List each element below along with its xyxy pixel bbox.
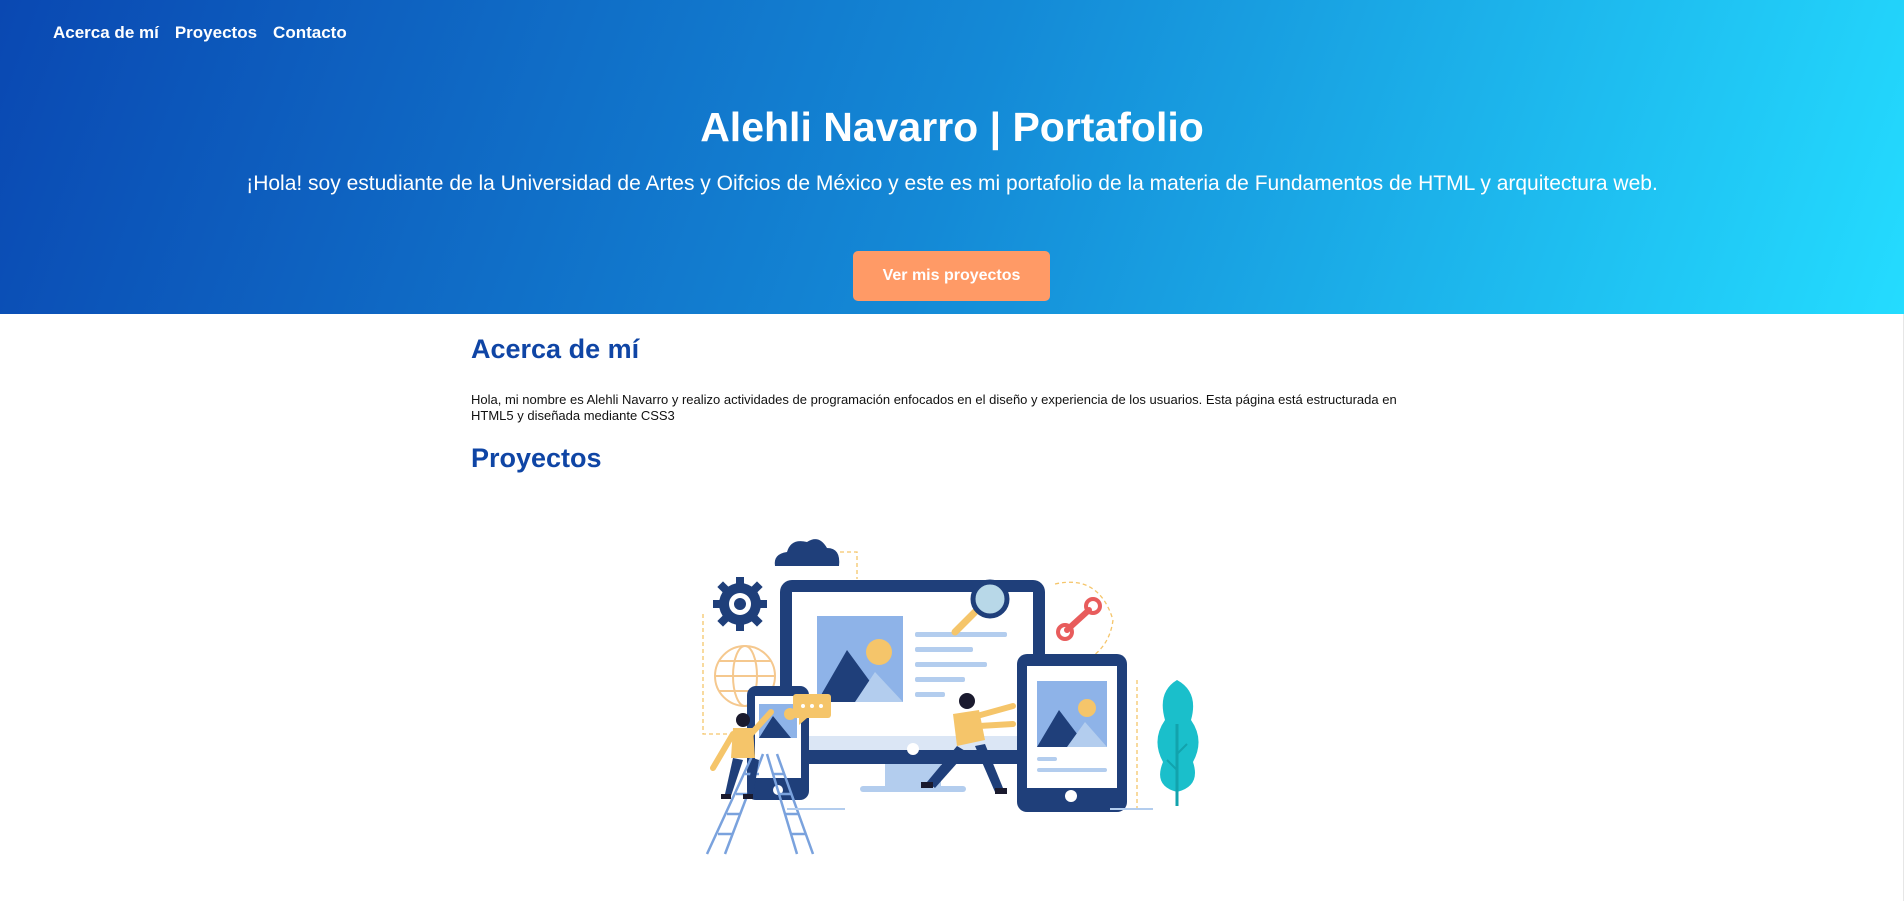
view-projects-button[interactable]: Ver mis proyectos: [853, 251, 1050, 301]
nav-link-projects[interactable]: Proyectos: [175, 23, 257, 43]
cloud-icon: [774, 539, 840, 566]
monitor-icon: [780, 580, 1045, 792]
web-design-illustration: [702, 539, 1199, 855]
projects-illustration: [695, 524, 1215, 863]
hero-title: Alehli Navarro | Portafolio: [700, 104, 1204, 150]
about-heading: Acerca de mí: [471, 334, 640, 364]
about-text: Hola, mi nombre es Alehli Navarro y real…: [471, 392, 1397, 423]
nav-link-about[interactable]: Acerca de mí: [53, 23, 159, 43]
wrench-icon: [1056, 597, 1102, 641]
projects-heading: Proyectos: [471, 443, 602, 473]
tree-icon: [1157, 680, 1199, 806]
gear-icon: [713, 577, 767, 631]
nav-link-contact[interactable]: Contacto: [273, 23, 347, 43]
hero-subtitle: ¡Hola! soy estudiante de la Universidad …: [246, 172, 1658, 195]
hero-banner: Acerca de mí Proyectos Contacto Alehli N…: [0, 0, 1904, 314]
top-nav: Acerca de mí Proyectos Contacto: [53, 23, 347, 43]
tablet-icon: [1017, 654, 1127, 812]
